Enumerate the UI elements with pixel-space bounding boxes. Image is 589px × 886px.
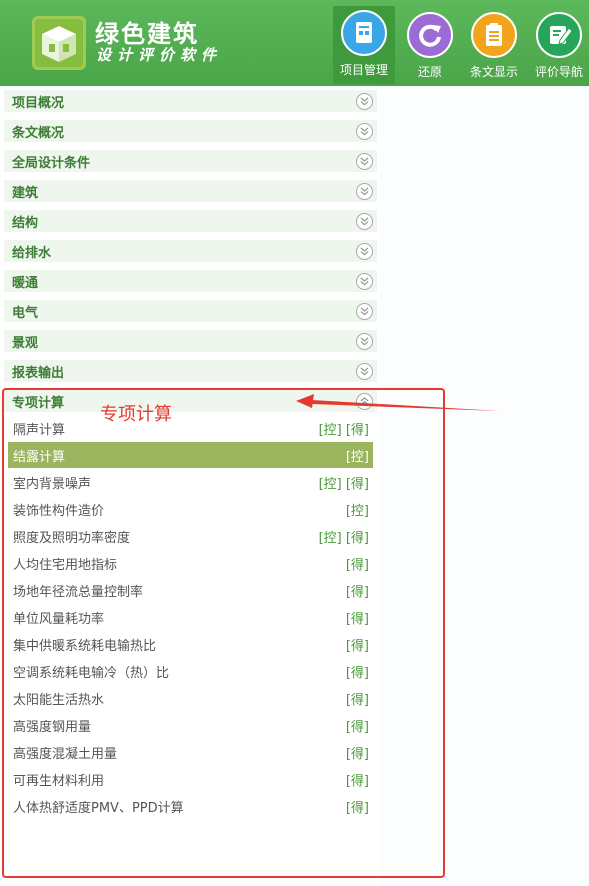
category-report-output[interactable]: 报表输出 (4, 360, 377, 382)
category-global-design-conditions[interactable]: 全局设计条件 (4, 150, 377, 172)
clause-display-label: 条文显示 (469, 65, 518, 79)
chevron-down-icon[interactable] (356, 362, 373, 380)
category-label: 报表输出 (12, 365, 65, 381)
category-label: 景观 (12, 335, 39, 351)
chevron-down-icon[interactable] (356, 122, 373, 140)
refresh-icon (407, 12, 453, 58)
logo-icon (32, 16, 86, 70)
chevron-down-icon[interactable] (356, 152, 373, 170)
category-structure[interactable]: 结构 (4, 210, 377, 232)
clause-display-button[interactable]: 条文显示 (463, 8, 525, 84)
category-label: 建筑 (12, 185, 39, 201)
category-architecture[interactable]: 建筑 (4, 180, 377, 202)
restore-label: 还原 (417, 65, 442, 79)
edit-icon (536, 12, 582, 58)
category-label: 条文概况 (12, 125, 65, 141)
app-subtitle: 设计评价软件 (96, 46, 223, 64)
app-header: 绿色建筑 设计评价软件 项目管理 还原 条文显示 评价导航 (0, 0, 589, 86)
evaluation-navigation-label: 评价导航 (534, 65, 583, 79)
chevron-down-icon[interactable] (356, 302, 373, 320)
category-label: 项目概况 (12, 95, 65, 111)
category-hvac[interactable]: 暖通 (4, 270, 377, 292)
category-label: 暖通 (12, 275, 39, 291)
document-icon (341, 10, 387, 56)
chevron-down-icon[interactable] (356, 92, 373, 110)
category-plumbing[interactable]: 给排水 (4, 240, 377, 262)
clipboard-icon (471, 12, 517, 58)
evaluation-navigation-button[interactable]: 评价导航 (528, 8, 589, 84)
restore-button[interactable]: 还原 (399, 8, 461, 84)
category-landscape[interactable]: 景观 (4, 330, 377, 352)
category-label: 电气 (12, 305, 39, 321)
chevron-down-icon[interactable] (356, 272, 373, 290)
chevron-down-icon[interactable] (356, 332, 373, 350)
project-management-button[interactable]: 项目管理 (333, 6, 395, 84)
project-management-label: 项目管理 (339, 63, 388, 77)
chevron-down-icon[interactable] (356, 242, 373, 260)
category-electrical[interactable]: 电气 (4, 300, 377, 322)
category-clause-overview[interactable]: 条文概况 (4, 120, 377, 142)
annotation-label: 专项计算 (100, 404, 172, 425)
category-label: 给排水 (12, 245, 52, 261)
chevron-down-icon[interactable] (356, 182, 373, 200)
annotation-highlight-box (2, 388, 445, 878)
category-label: 结构 (12, 215, 39, 231)
category-project-overview[interactable]: 项目概况 (4, 90, 377, 112)
category-label: 全局设计条件 (12, 155, 91, 171)
chevron-down-icon[interactable] (356, 212, 373, 230)
